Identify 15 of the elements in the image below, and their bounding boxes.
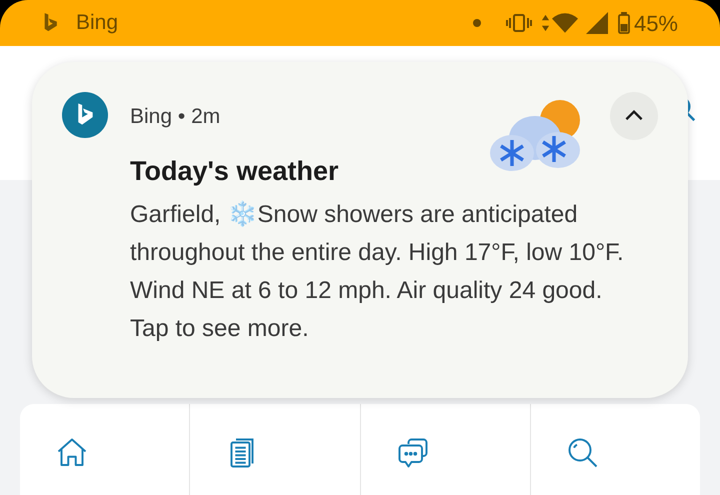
bing-app-icon <box>62 92 108 138</box>
notification-body: Garfield, ❄Snow showers are anticipated throughout the entire day. High 17°F, low 10°F. Wind NE at 6 to 12 mph. Air quality 24 good. Tap to see more. <box>130 200 625 344</box>
notification-dot-icon <box>472 19 481 27</box>
vibrate-icon <box>504 13 533 33</box>
status-app-name: Bing <box>76 10 118 36</box>
battery-icon <box>618 12 630 34</box>
signal-icon <box>586 12 608 34</box>
battery-percent: 45% <box>634 10 678 38</box>
notification-title: Today's weather <box>130 155 340 188</box>
notification-card[interactable]: Bing • 2m Today's weather Garfield, ❄Snow showers are anticipated throughout the entire day. High 17°F, low 10°F. Wind NE at 6 to 12 mph. Air quality 24 good. Tap to see more. <box>32 62 688 398</box>
data-arrows-icon <box>540 14 550 32</box>
wifi-icon <box>552 13 578 33</box>
notification-source: Bing • 2m <box>130 104 220 130</box>
bing-logo-icon <box>42 12 60 34</box>
collapse-button[interactable] <box>610 92 658 140</box>
